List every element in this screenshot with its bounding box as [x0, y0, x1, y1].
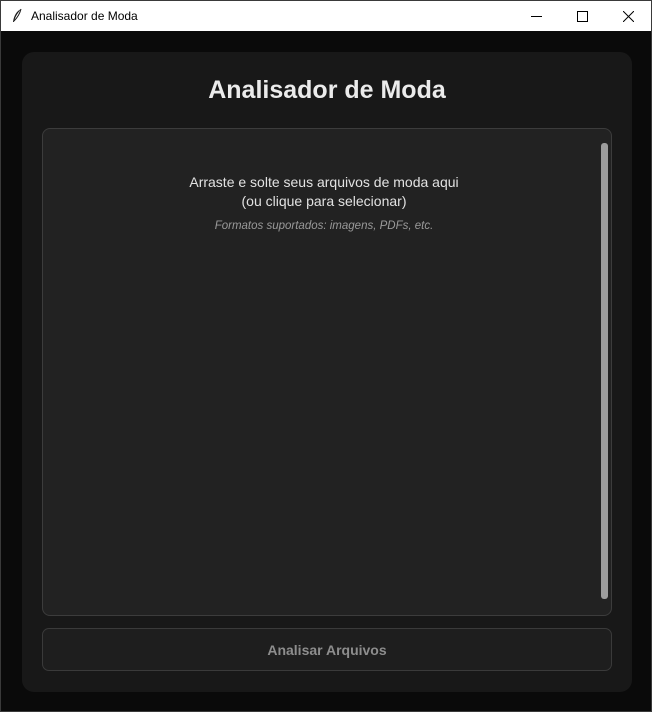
drop-instruction-line1: Arraste e solte seus arquivos de moda aq…	[189, 174, 459, 190]
drop-instructions: Arraste e solte seus arquivos de moda aq…	[43, 173, 605, 211]
title-bar[interactable]: Analisador de Moda	[1, 1, 651, 31]
scrollbar-thumb[interactable]	[601, 143, 608, 599]
dropzone-scrollbar[interactable]	[601, 143, 609, 599]
main-card: Analisador de Moda Arraste e solte seus …	[22, 52, 632, 692]
analyze-files-button[interactable]: Analisar Arquivos	[42, 628, 612, 671]
minimize-button[interactable]	[513, 1, 559, 31]
maximize-icon	[576, 7, 588, 26]
file-drop-zone[interactable]: Arraste e solte seus arquivos de moda aq…	[42, 128, 612, 616]
page-title: Analisador de Moda	[208, 76, 446, 104]
minimize-icon	[530, 7, 542, 26]
app-window: Analisador de Moda Analisador de Moda Ar…	[0, 0, 652, 712]
drop-instruction-line2: (ou clique para selecionar)	[241, 193, 407, 209]
close-icon	[622, 7, 634, 26]
supported-formats-hint: Formatos suportados: imagens, PDFs, etc.	[214, 220, 434, 232]
window-title: Analisador de Moda	[31, 9, 138, 23]
close-button[interactable]	[605, 1, 651, 31]
feather-icon	[11, 8, 23, 24]
window-controls	[513, 1, 651, 31]
maximize-button[interactable]	[559, 1, 605, 31]
